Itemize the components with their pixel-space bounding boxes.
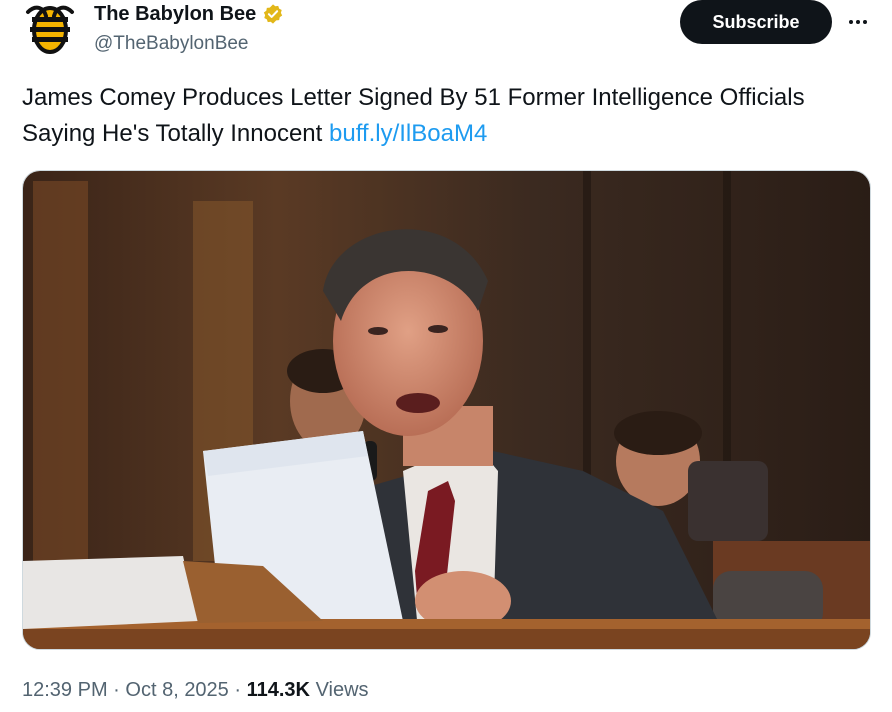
tweet-header: The Babylon Bee @TheBabylonBee Subscribe <box>0 0 892 70</box>
tweet-photo[interactable] <box>22 170 871 650</box>
verified-badge-icon[interactable] <box>262 3 284 25</box>
views-count[interactable]: 114.3K <box>247 679 310 701</box>
views-label: Views <box>315 679 369 701</box>
dot <box>856 20 860 24</box>
tweet-text: James Comey Produces Letter Signed By 51… <box>22 80 882 152</box>
hearing-photo <box>23 171 870 649</box>
separator: · <box>113 679 120 701</box>
tweet-date[interactable]: Oct 8, 2025 <box>125 679 228 701</box>
subscribe-button[interactable]: Subscribe <box>680 0 832 44</box>
separator: · <box>234 679 242 701</box>
account-handle[interactable]: @TheBabylonBee <box>94 32 249 56</box>
name-row: The Babylon Bee <box>94 2 284 26</box>
tweet-time[interactable]: 12:39 PM <box>22 679 108 701</box>
bee-logo-icon <box>26 5 74 54</box>
tweet-link[interactable]: buff.ly/IlBoaM4 <box>329 120 487 147</box>
avatar[interactable] <box>22 2 78 58</box>
tweet-meta: 12:39 PM · Oct 8, 2025 · 114.3K Views <box>22 676 369 704</box>
more-options-icon[interactable] <box>846 10 870 34</box>
dot <box>849 20 853 24</box>
display-name[interactable]: The Babylon Bee <box>94 2 256 26</box>
dot <box>863 20 867 24</box>
